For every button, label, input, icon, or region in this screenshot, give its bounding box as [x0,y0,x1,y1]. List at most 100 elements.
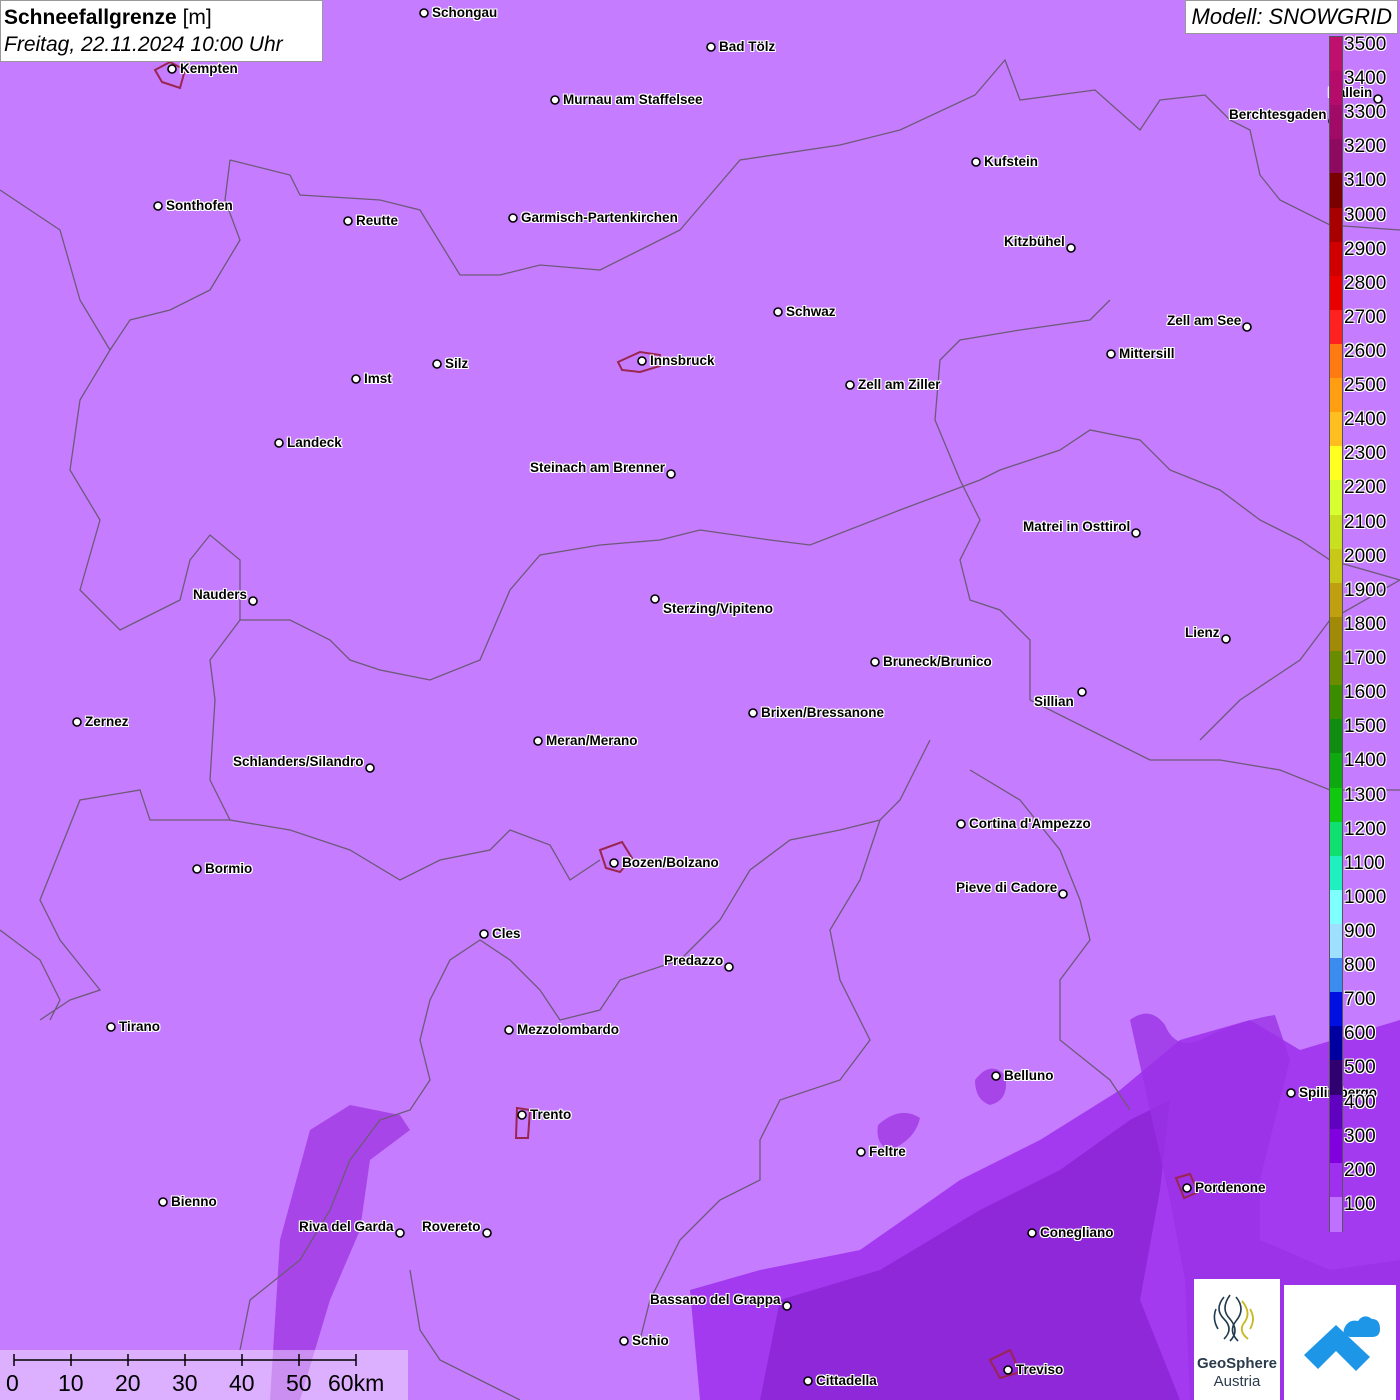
city-label-kitzb-hel: Kitzbühel [1004,234,1065,249]
city-label-schlanders-silandro: Schlanders/Silandro [233,754,364,769]
city-marker-feltre [856,1147,866,1157]
legend-label-2100: 2100 [1344,511,1387,533]
legend-swatch-3000 [1330,207,1342,243]
city-label-tirano: Tirano [119,1019,161,1034]
legend-label-500: 500 [1344,1057,1376,1079]
city-marker-meran-merano [533,736,543,746]
city-marker-zell-am-see [1242,322,1252,332]
city-label-mittersill: Mittersill [1119,346,1175,361]
city-marker-bormio [192,864,202,874]
legend-swatch-1300 [1330,787,1342,823]
city-marker-imst [351,374,361,384]
city-label-belluno: Belluno [1004,1068,1054,1083]
city-marker-sterzing-vipiteno [650,594,660,604]
legend-swatch-600 [1330,1026,1342,1062]
legend-swatch-500 [1330,1060,1342,1096]
scale-tick-1: 10 [58,1370,84,1396]
legend-label-2700: 2700 [1344,306,1387,328]
city-marker-rovereto [482,1228,492,1238]
legend-swatch-1000 [1330,889,1342,925]
city-marker-kitzb-hel [1066,243,1076,253]
city-label-sterzing-vipiteno: Sterzing/Vipiteno [663,601,774,616]
city-label-sillian: Sillian [1034,694,1074,709]
legend-label-1500: 1500 [1344,716,1387,738]
city-label-schwaz: Schwaz [786,304,836,319]
city-marker-treviso [1003,1365,1013,1375]
city-label-zell-am-see: Zell am See [1167,313,1242,328]
city-label-predazzo: Predazzo [664,953,724,968]
city-label-trento: Trento [530,1107,572,1122]
city-label-cortina-d-ampezzo: Cortina d'Ampezzo [969,816,1091,831]
geosphere-name: GeoSphere [1196,1355,1278,1372]
legend-swatch-2900 [1330,241,1342,277]
legend-label-2500: 2500 [1344,375,1387,397]
legend-swatch-1100 [1330,855,1342,891]
city-label-landeck: Landeck [287,435,342,450]
city-marker-bruneck-brunico [870,657,880,667]
city-marker-lienz [1221,634,1231,644]
legend-label-800: 800 [1344,955,1376,977]
legend-swatch-400 [1330,1094,1342,1130]
city-label-schio: Schio [632,1333,669,1348]
legend-swatch-2800 [1330,275,1342,311]
legend-swatch-3300 [1330,105,1342,141]
legend-swatch-300 [1330,1128,1342,1164]
snow-cloud-icon [1304,1316,1380,1371]
city-label-imst: Imst [364,371,392,386]
geosphere-country: Austria [1213,1373,1261,1390]
legend-label-1000: 1000 [1344,886,1387,908]
city-marker-steinach-am-brenner [666,469,676,479]
legend-label-700: 700 [1344,989,1376,1011]
scale-tick-4: 40 [229,1370,255,1396]
legend-swatch-3500 [1330,37,1342,72]
legend-label-600: 600 [1344,1023,1376,1045]
city-marker-bad-t-lz [706,42,716,52]
city-label-lienz: Lienz [1185,625,1220,640]
color-legend-bar [1329,36,1343,1232]
legend-swatch-1200 [1330,821,1342,857]
scale-tick-6: 60km [328,1370,385,1396]
city-label-zell-am-ziller: Zell am Ziller [858,377,941,392]
city-label-berchtesgaden: Berchtesgaden [1229,107,1327,122]
legend-swatch-1500 [1330,719,1342,755]
map-title-panel: Schneefallgrenze [m] Freitag, 22.11.2024… [0,0,323,62]
city-marker-kufstein [971,157,981,167]
legend-label-100: 100 [1344,1193,1376,1215]
legend-label-900: 900 [1344,920,1376,942]
legend-swatch-800 [1330,958,1342,994]
legend-label-3200: 3200 [1344,136,1387,158]
city-label-bassano-del-grappa: Bassano del Grappa [650,1292,781,1307]
city-marker-nauders [248,596,258,606]
city-marker-pordenone [1182,1183,1192,1193]
city-marker-belluno [991,1071,1001,1081]
city-label-kempten: Kempten [180,61,238,76]
city-marker-spilimbergo [1286,1088,1296,1098]
city-marker-cittadella [803,1376,813,1386]
city-label-mezzolombardo: Mezzolombardo [517,1022,620,1037]
city-marker-bassano-del-grappa [782,1301,792,1311]
legend-swatch-900 [1330,923,1342,959]
city-marker-riva-del-garda [395,1228,405,1238]
city-label-pordenone: Pordenone [1195,1180,1266,1195]
legend-label-1700: 1700 [1344,648,1387,670]
legend-swatch-2200 [1330,480,1342,516]
city-label-innsbruck: Innsbruck [650,353,715,368]
legend-swatch-2000 [1330,548,1342,584]
legend-swatch-700 [1330,992,1342,1028]
city-marker-kempten [167,64,177,74]
city-label-silz: Silz [445,356,469,371]
geosphere-austria-logo: GeoSphere Austria [1194,1279,1280,1400]
legend-label-200: 200 [1344,1159,1376,1181]
city-label-nauders: Nauders [193,587,248,602]
legend-swatch-100 [1330,1196,1342,1232]
city-marker-schlanders-silandro [365,763,375,773]
legend-label-2000: 2000 [1344,545,1387,567]
city-marker-conegliano [1027,1228,1037,1238]
legend-swatch-200 [1330,1162,1342,1198]
legend-swatch-3400 [1330,71,1342,107]
legend-label-400: 400 [1344,1091,1376,1113]
city-marker-schwaz [773,307,783,317]
legend-label-2200: 2200 [1344,477,1387,499]
city-marker-zell-am-ziller [845,380,855,390]
city-label-bruneck-brunico: Bruneck/Brunico [883,654,992,669]
